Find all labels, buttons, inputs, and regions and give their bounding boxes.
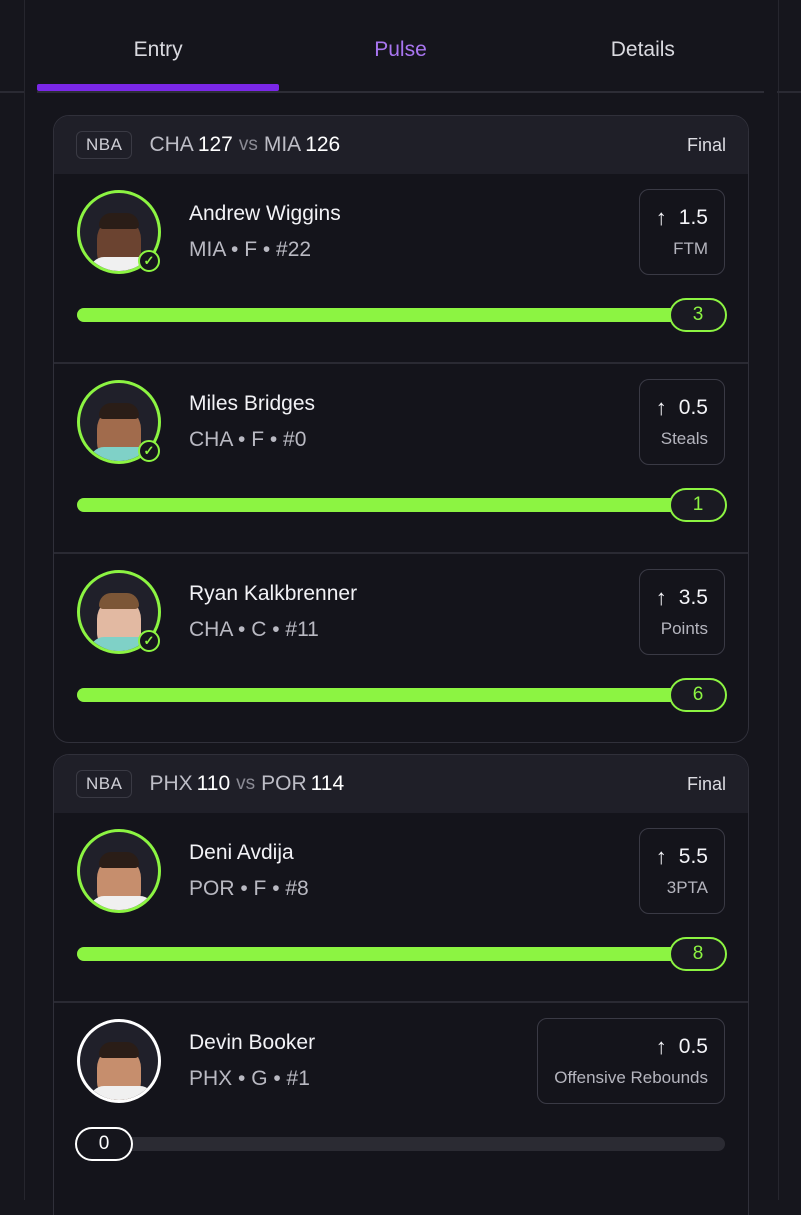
game-header: NBA PHX 110 vs POR 114 Final — [54, 755, 748, 813]
game-status: Final — [686, 134, 726, 155]
away-score: 126 — [305, 133, 341, 156]
check-circle-icon: ✓ — [138, 440, 160, 462]
prop-line-box[interactable]: ↑ 3.5 Points — [638, 569, 725, 655]
prop-line-box[interactable]: ↑ 0.5 Steals — [638, 379, 725, 465]
progress-fill — [77, 688, 725, 702]
player-info: MIA • F • #22 — [189, 238, 312, 261]
arrow-up-icon: ↑ — [655, 585, 667, 610]
player-name: Ryan Kalkbrenner — [189, 582, 358, 605]
check-circle-icon: ✓ — [138, 250, 160, 272]
player-name: Andrew Wiggins — [189, 202, 341, 225]
tab-pulse[interactable]: Pulse — [279, 0, 521, 92]
progress-bar: 6 — [77, 678, 727, 712]
progress-fill — [77, 498, 725, 512]
result-bubble: 0 — [75, 1127, 133, 1161]
player-info: CHA • C • #11 — [189, 618, 319, 641]
player-row[interactable]: Devin Booker PHX • G • #1 ↑ 0.5 Offensive… — [54, 1003, 748, 1191]
arrow-up-icon: ↑ — [655, 844, 667, 869]
prop-stat-label: 3PTA — [666, 878, 708, 897]
edge-divider-left — [0, 91, 24, 93]
home-score: 127 — [197, 133, 233, 156]
player-info: CHA • F • #0 — [189, 428, 307, 451]
prop-line-value: 1.5 — [678, 206, 708, 229]
player-row[interactable]: ✓ Miles Bridges CHA • F • #0 ↑ 0.5 Steals… — [54, 364, 748, 554]
arrow-up-icon: ↑ — [655, 205, 667, 230]
player-name: Deni Avdija — [189, 841, 294, 864]
prop-line-value: 0.5 — [678, 396, 708, 419]
away-score: 114 — [310, 772, 345, 795]
progress-bar: 0 — [75, 1127, 725, 1161]
tab-divider — [37, 91, 764, 93]
result-bubble: 1 — [669, 488, 727, 522]
prop-stat-label: Points — [660, 619, 708, 638]
arrow-up-icon: ↑ — [655, 395, 667, 420]
prop-line-box[interactable]: ↑ 0.5 Offensive Rebounds — [537, 1018, 725, 1104]
result-bubble: 3 — [669, 298, 727, 332]
prop-stat-label: Offensive Rebounds — [554, 1068, 708, 1087]
result-bubble: 8 — [669, 937, 727, 971]
arrow-up-icon: ↑ — [655, 1034, 667, 1059]
player-avatar — [77, 1019, 161, 1103]
prop-stat-label: FTM — [673, 239, 708, 258]
prop-line-value: 3.5 — [678, 586, 708, 609]
game-header: NBA CHA 127 vs MIA 126 Final — [54, 116, 748, 174]
player-row[interactable]: ✓ Ryan Kalkbrenner CHA • C • #11 ↑ 3.5 Po… — [54, 554, 748, 742]
game-card: NBA CHA 127 vs MIA 126 Final ✓ Andrew Wi… — [53, 115, 749, 743]
prop-stat-label: Steals — [660, 429, 708, 448]
away-team: POR — [261, 772, 307, 795]
home-team: PHX — [149, 772, 193, 795]
game-status: Final — [686, 773, 726, 794]
versus-label: vs — [238, 134, 258, 155]
tab-details[interactable]: Details — [522, 0, 764, 92]
player-row[interactable]: Deni Avdija POR • F • #8 ↑ 5.5 3PTA 8 — [54, 813, 748, 1003]
player-row[interactable]: ✓ Andrew Wiggins MIA • F • #22 ↑ 1.5 FTM … — [54, 174, 748, 364]
prop-line-value: 5.5 — [678, 845, 708, 868]
prop-line-box[interactable]: ↑ 1.5 FTM — [638, 189, 725, 275]
active-tab-indicator — [37, 84, 279, 91]
progress-fill — [77, 947, 725, 961]
check-circle-icon: ✓ — [138, 630, 160, 652]
tab-entry[interactable]: Entry — [37, 0, 279, 92]
player-info: PHX • G • #1 — [189, 1067, 310, 1090]
edge-divider-right — [777, 91, 801, 93]
progress-bar: 8 — [77, 937, 727, 971]
player-name: Miles Bridges — [189, 392, 316, 415]
result-bubble: 6 — [669, 678, 727, 712]
game-card: NBA PHX 110 vs POR 114 Final Deni Avdija… — [53, 754, 749, 1215]
tab-bar: Entry Pulse Details — [37, 0, 764, 92]
home-score: 110 — [196, 772, 231, 795]
home-team: CHA — [149, 133, 194, 156]
league-badge: NBA — [76, 131, 133, 159]
progress-bar: 1 — [77, 488, 727, 522]
versus-label: vs — [236, 773, 256, 794]
progress-bar: 3 — [77, 298, 727, 332]
league-badge: NBA — [76, 770, 133, 798]
player-info: POR • F • #8 — [189, 877, 309, 900]
prop-line-value: 0.5 — [678, 1035, 708, 1058]
player-name: Devin Booker — [189, 1031, 316, 1054]
progress-fill — [77, 308, 725, 322]
prop-line-box[interactable]: ↑ 5.5 3PTA — [638, 828, 725, 914]
away-team: MIA — [263, 133, 302, 156]
player-avatar — [77, 829, 161, 913]
